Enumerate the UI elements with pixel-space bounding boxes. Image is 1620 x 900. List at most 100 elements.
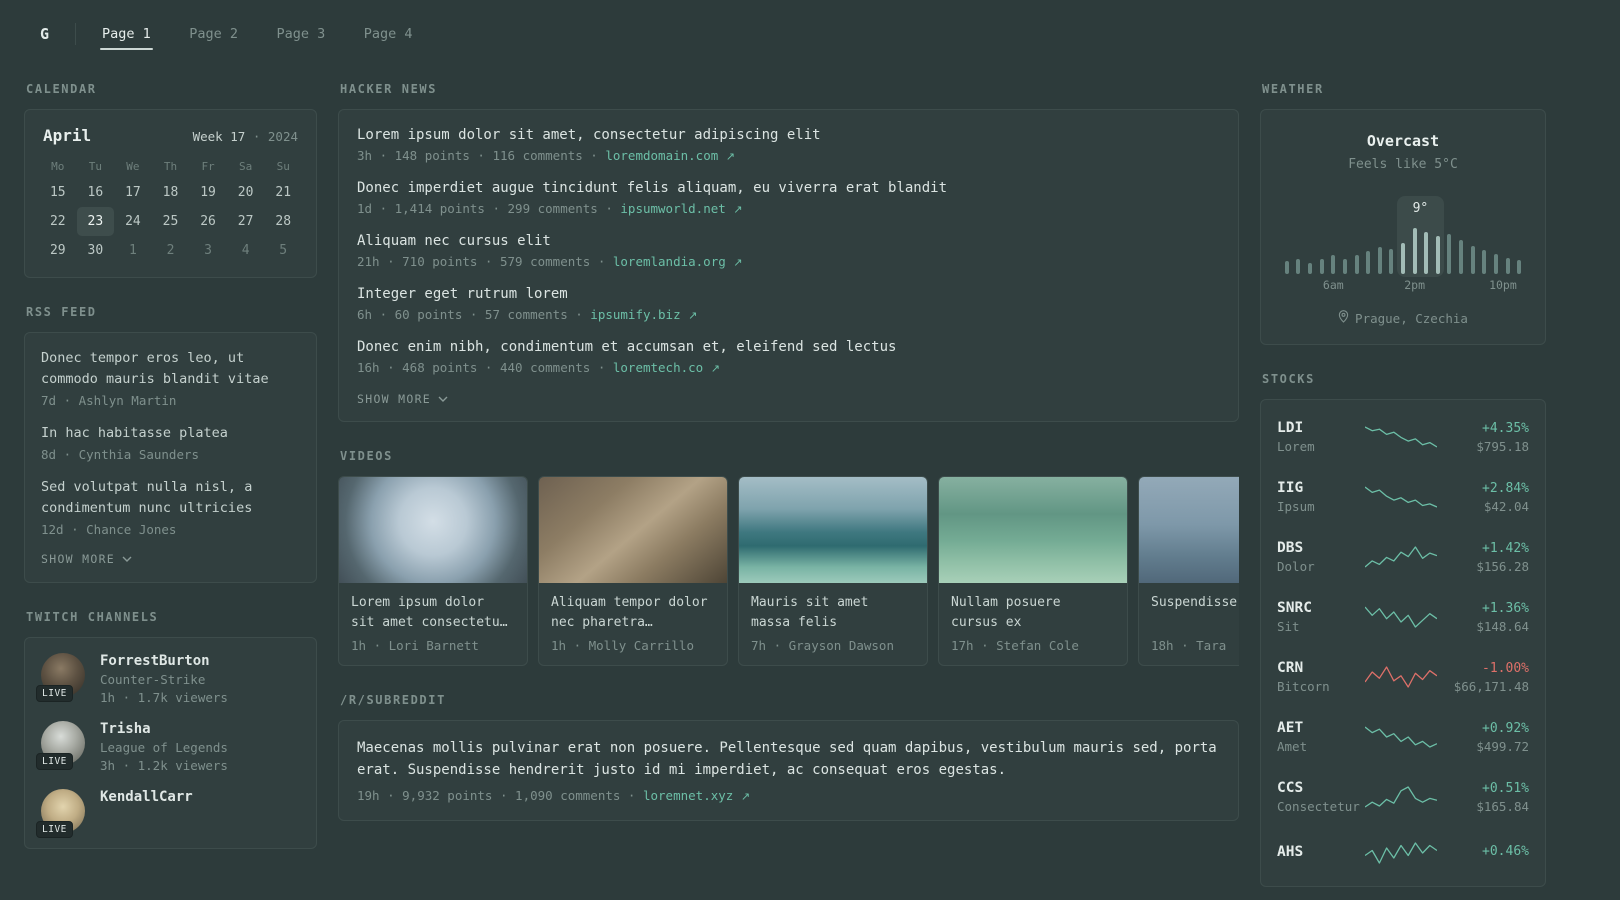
page-tab[interactable]: Page 3 — [274, 11, 327, 57]
stock-name: Ipsum — [1277, 499, 1315, 514]
stock-values: +2.84% $42.04 — [1437, 481, 1529, 514]
rss-item: Donec tempor eros leo, ut commodo mauris… — [41, 348, 300, 408]
rss-item-title[interactable]: In hac habitasse platea — [41, 423, 300, 444]
hn-story-domain: loremlandia.org — [612, 254, 726, 269]
video-card[interactable]: Lorem ipsum dolor sit amet consectetu… 1… — [338, 476, 528, 667]
stock-row[interactable]: LDI Lorem +4.35% $795.18 — [1277, 407, 1529, 467]
calendar-year: 2024 — [267, 129, 298, 144]
calendar-week-label: Week 17 · 2024 — [193, 129, 298, 144]
hn-story-source-link[interactable]: ipsumify.biz ↗ — [590, 307, 697, 322]
twitch-channel[interactable]: LIVE ForrestBurton Counter-Strike 1h · 1… — [36, 652, 300, 705]
rss-show-more-button[interactable]: SHOW MORE — [41, 552, 132, 566]
location-pin-icon — [1338, 310, 1349, 326]
stock-name: Amet — [1277, 739, 1308, 754]
hn-story-meta: 3h · 148 points · 116 comments · loremdo… — [357, 148, 1220, 163]
rss-list: Donec tempor eros leo, ut commodo mauris… — [41, 348, 300, 537]
hn-story-source-link[interactable]: ipsumworld.net ↗ — [620, 201, 742, 216]
hn-story-title[interactable]: Donec imperdiet augue tincidunt felis al… — [357, 180, 1220, 196]
hn-show-more-button[interactable]: SHOW MORE — [357, 392, 448, 406]
subreddit-card: Maecenas mollis pulvinar erat non posuer… — [338, 720, 1239, 821]
hn-story-source-link[interactable]: loremlandia.org ↗ — [613, 254, 743, 269]
hn-story-source-link[interactable]: loremdomain.com ↗ — [605, 148, 735, 163]
stock-name: Sit — [1277, 619, 1300, 634]
stock-price: $795.18 — [1476, 438, 1529, 454]
rss-item-title[interactable]: Sed volutpat nulla nisl, a condimentum n… — [41, 477, 300, 519]
stock-identity: AHS — [1277, 844, 1365, 863]
stock-row[interactable]: AET Amet +0.92% $499.72 — [1277, 707, 1529, 767]
stock-symbol: LDI — [1277, 420, 1304, 436]
hn-story-source-link[interactable]: loremtech.co ↗ — [613, 360, 720, 375]
stock-identity: SNRC Sit — [1277, 600, 1365, 634]
video-meta: 1h · Lori Barnett — [351, 638, 479, 654]
video-thumbnail — [1139, 477, 1239, 583]
twitch-channel[interactable]: LIVE Trisha League of Legends 3h · 1.2k … — [36, 720, 300, 773]
rss-item-meta: 8d · Cynthia Saunders — [41, 446, 200, 462]
middle-column: HACKER NEWS Lorem ipsum dolor sit amet, … — [338, 82, 1239, 848]
hn-story-meta: 6h · 60 points · 57 comments · ipsumify.… — [357, 307, 1220, 322]
live-badge: LIVE — [36, 820, 73, 838]
rss-item-title[interactable]: Donec tempor eros leo, ut commodo mauris… — [41, 348, 300, 390]
app-logo[interactable]: G — [24, 25, 75, 43]
channel-info: KendallCarr — [100, 789, 193, 808]
stock-sparkline — [1365, 724, 1437, 750]
nav-divider — [75, 23, 77, 45]
stock-price: $148.64 — [1476, 618, 1529, 634]
video-card[interactable]: Suspendisse diam 18h · Tara — [1138, 476, 1239, 667]
calendar-day: 27 — [237, 214, 254, 229]
stock-row[interactable]: DBS Dolor +1.42% $156.28 — [1277, 527, 1529, 587]
calendar-day: 26 — [200, 214, 216, 229]
video-card[interactable]: Nullam posuere cursus ex 17h · Stefan Co… — [938, 476, 1128, 667]
calendar-dow-label: Su — [276, 160, 290, 173]
video-card[interactable]: Mauris sit amet massa felis 7h · Grayson… — [738, 476, 928, 667]
hn-story-meta: 21h · 710 points · 579 comments · loreml… — [357, 254, 1220, 269]
hn-story-title[interactable]: Integer eget rutrum lorem — [357, 286, 1220, 302]
calendar-day-headers: Mo Tu We Th Fr Sa Su — [39, 153, 302, 178]
show-more-label: SHOW MORE — [41, 551, 116, 566]
hn-story-domain: loremtech.co — [612, 360, 704, 375]
external-link-icon: ↗ — [725, 150, 735, 163]
stock-row[interactable]: CCS Consectetur +0.51% $165.84 — [1277, 767, 1529, 827]
channel-info: ForrestBurton Counter-Strike 1h · 1.7k v… — [100, 653, 228, 705]
video-thumbnail — [739, 477, 927, 583]
subreddit-source-link[interactable]: loremnet.xyz ↗ — [643, 788, 750, 803]
calendar-dow-label: Th — [163, 160, 178, 173]
weather-time-label: 6am — [1322, 278, 1344, 292]
external-link-icon: ↗ — [733, 256, 743, 269]
hn-story-title[interactable]: Donec enim nibh, condimentum et accumsan… — [357, 339, 1220, 355]
stock-values: -1.00% $66,171.48 — [1437, 661, 1529, 694]
page-tab[interactable]: Page 2 — [187, 11, 240, 57]
stock-row[interactable]: AHS +0.46% — [1277, 827, 1529, 879]
calendar-header: April Week 17 · 2024 — [43, 126, 298, 145]
calendar-week-number: Week 17 — [192, 129, 246, 144]
page-tab[interactable]: Page 4 — [362, 11, 415, 57]
page-tab[interactable]: Page 1 — [100, 11, 153, 57]
stock-row[interactable]: SNRC Sit +1.36% $148.64 — [1277, 587, 1529, 647]
subreddit-widget-title: /R/SUBREDDIT — [340, 693, 446, 708]
hn-story-title[interactable]: Aliquam nec cursus elit — [357, 233, 1220, 249]
subreddit-post-text[interactable]: Maecenas mollis pulvinar erat non posuer… — [357, 738, 1220, 781]
twitch-channel[interactable]: LIVE KendallCarr — [36, 788, 300, 838]
stock-values: +0.46% — [1437, 844, 1529, 862]
subreddit-post: Maecenas mollis pulvinar erat non posuer… — [357, 738, 1220, 802]
hn-story-stats: 21h · 710 points · 579 comments · — [357, 254, 613, 269]
weather-hour-bar — [1505, 258, 1510, 274]
weather-hour-bar — [1459, 240, 1464, 274]
video-card[interactable]: Aliquam tempor dolor nec pharetra… 1h · … — [538, 476, 728, 667]
stock-row[interactable]: IIG Ipsum +2.84% $42.04 — [1277, 467, 1529, 527]
hn-story-title[interactable]: Lorem ipsum dolor sit amet, consectetur … — [357, 127, 1220, 143]
subreddit-list: Maecenas mollis pulvinar erat non posuer… — [357, 738, 1220, 802]
hn-story-stats: 1d · 1,414 points · 299 comments · — [357, 201, 621, 216]
stock-row[interactable]: CRN Bitcorn -1.00% $66,171.48 — [1277, 647, 1529, 707]
weather-hour-bar — [1447, 234, 1452, 274]
rss-item: Sed volutpat nulla nisl, a condimentum n… — [41, 477, 300, 537]
twitch-list: LIVE ForrestBurton Counter-Strike 1h · 1… — [36, 652, 300, 838]
video-thumbnail — [939, 477, 1127, 583]
hn-story: Donec imperdiet augue tincidunt felis al… — [357, 180, 1220, 216]
stock-change: +2.84% — [1482, 480, 1529, 496]
weather-hour-bar — [1517, 260, 1522, 274]
stock-symbol: CCS — [1277, 780, 1304, 796]
rss-item: In hac habitasse platea 8d · Cynthia Sau… — [41, 423, 300, 462]
stock-values: +4.35% $795.18 — [1437, 421, 1529, 454]
channel-game: League of Legends — [100, 739, 228, 755]
hn-story-domain: loremdomain.com — [605, 148, 719, 163]
